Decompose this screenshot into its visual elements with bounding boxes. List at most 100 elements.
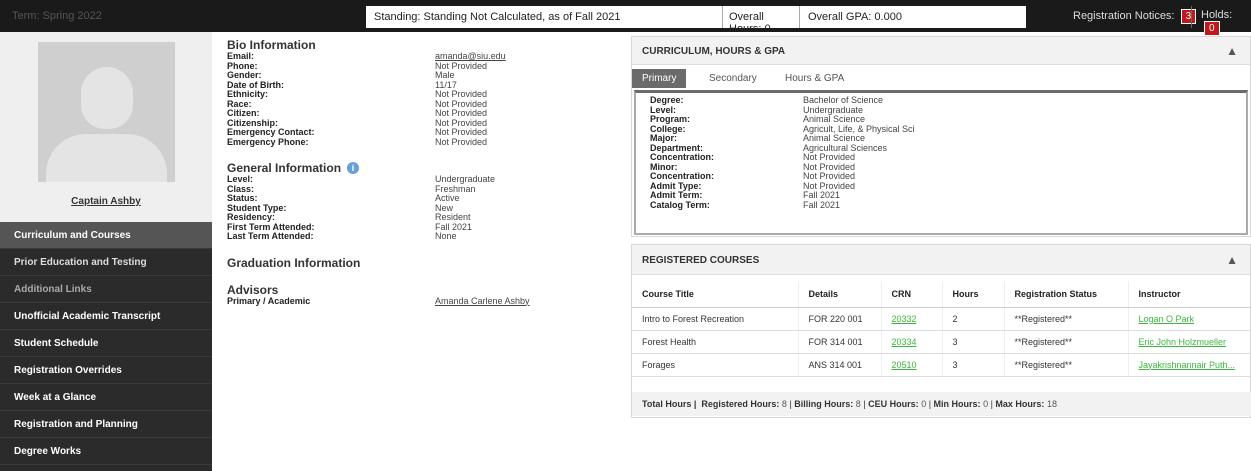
column-header[interactable]: Course Title	[632, 281, 798, 308]
column-header[interactable]: CRN	[880, 281, 942, 308]
info-icon[interactable]: i	[347, 162, 360, 174]
curriculum-row: Major: Animal Science	[650, 133, 866, 143]
column-header[interactable]: Hours	[941, 281, 1004, 308]
curriculum-row: Admit Term: Fall 2021	[650, 190, 841, 200]
advisor-name-link[interactable]: Amanda Carlene Ashby	[435, 296, 530, 307]
registered-hours-label: Registered Hours:	[701, 399, 780, 409]
bio-row: Emergency Phone: Not Provided	[227, 136, 488, 147]
registration-status: **Registered**	[1003, 353, 1128, 377]
crn-link[interactable]: 20332	[892, 314, 917, 324]
hours-totals-bar: Total Hours | Registered Hours: 8 | Bill…	[632, 392, 1251, 416]
holds-label: Holds:	[1201, 9, 1233, 21]
table-row: Forest Health FOR 314 001 20334 3 **Regi…	[632, 330, 1251, 354]
course-details: ANS 314 001	[797, 353, 881, 377]
bio-row: Race: Not Provided	[227, 98, 488, 109]
crn-link[interactable]: 20334	[892, 337, 917, 347]
bio-row: Phone: Not Provided	[227, 60, 488, 71]
course-hours: 3	[941, 353, 1004, 377]
standing-status: Standing: Standing Not Calculated, as of…	[366, 6, 723, 28]
column-header[interactable]: Registration Status	[1003, 281, 1128, 308]
sidebar-item-registration-planning[interactable]: Registration and Planning	[0, 411, 212, 438]
sidebar-item-degree-works[interactable]: Degree Works	[0, 438, 212, 465]
curriculum-tabs: Primary Secondary Hours & GPA	[632, 65, 1250, 88]
curriculum-row: Level: Undergraduate	[650, 104, 864, 115]
divider	[1191, 6, 1192, 28]
general-list: Level: Undergraduate Class: Freshman Statu…	[227, 174, 617, 242]
course-details: FOR 220 001	[797, 307, 881, 331]
course-title: Forest Health	[632, 330, 798, 354]
tab-hours-gpa[interactable]: Hours & GPA	[775, 69, 854, 88]
instructor-link[interactable]: Jayakrishnannair Puth...	[1139, 360, 1236, 370]
bio-row: Citizen: Not Provided	[227, 108, 488, 118]
registration-status: **Registered**	[1003, 307, 1128, 331]
student-info-column: Bio Information Email: amanda@siu.edu Pho…	[227, 38, 617, 306]
column-header[interactable]: Details	[797, 281, 881, 308]
instructor-link[interactable]: Logan O Park	[1139, 314, 1195, 324]
courses-panel-title: REGISTERED COURSES	[642, 255, 760, 266]
holds-link[interactable]: Holds: 0	[1201, 9, 1251, 36]
sidebar-item-overrides[interactable]: Registration Overrides	[0, 357, 212, 384]
chevron-up-icon[interactable]: ▲	[1226, 44, 1238, 58]
curriculum-row: Admit Type: Not Provided	[650, 180, 856, 191]
max-hours-value: 18	[1046, 399, 1057, 409]
sidebar-item-schedule[interactable]: Student Schedule	[0, 330, 212, 357]
registered-courses-panel: REGISTERED COURSES ▲ Course Title Detail…	[631, 244, 1251, 418]
general-row: Level: Undergraduate	[227, 174, 496, 184]
curriculum-row: Degree: Bachelor of Science	[650, 95, 884, 105]
general-section-header: General Information i	[227, 161, 617, 175]
sidebar-item-week-at-a-glance[interactable]: Week at a Glance	[0, 384, 212, 411]
tab-primary[interactable]: Primary	[632, 69, 687, 88]
bio-row: Ethnicity: Not Provided	[227, 89, 488, 99]
general-row: Student Type: New	[227, 202, 454, 213]
overall-hours: Overall Hours: 0	[723, 6, 800, 35]
bio-row: Email: amanda@siu.edu	[227, 51, 506, 61]
holds-badge: 0	[1204, 21, 1220, 36]
total-hours-label: Total Hours |	[642, 399, 697, 409]
overall-gpa: Overall GPA: 0.000	[800, 6, 1026, 28]
curriculum-panel-header: CURRICULUM, HOURS & GPA ▲	[632, 37, 1250, 65]
course-title: Forages	[632, 353, 798, 377]
curriculum-row: Program: Animal Science	[650, 114, 866, 124]
curriculum-row: Department: Agricultural Sciences	[650, 142, 888, 153]
registration-notices-link[interactable]: Registration Notices: 3	[1073, 9, 1197, 24]
course-hours: 3	[941, 330, 1004, 354]
tab-secondary[interactable]: Secondary	[699, 69, 767, 88]
sidebar: Captain Ashby Curriculum and Courses Pri…	[0, 32, 212, 471]
table-header-row: Course Title Details CRN Hours Registrat…	[632, 281, 1251, 308]
bio-row: Gender: Male	[227, 70, 455, 80]
course-hours: 2	[941, 307, 1004, 331]
course-title: Intro to Forest Recreation	[632, 307, 798, 331]
avatar-body-shape	[46, 134, 167, 182]
sidebar-item-additional-links[interactable]: Additional Links	[0, 276, 212, 303]
sidebar-nav: Curriculum and Courses Prior Education a…	[0, 222, 212, 465]
registration-status: **Registered**	[1003, 330, 1128, 354]
sidebar-item-prior-education[interactable]: Prior Education and Testing	[0, 249, 212, 276]
bio-section-title: Bio Information	[227, 38, 316, 52]
billing-hours-value: 8	[855, 399, 861, 409]
advisor-row: Primary / Academic Amanda Carlene Ashby	[227, 296, 617, 307]
instructor-link[interactable]: Eric John Holzmueller	[1139, 337, 1227, 347]
courses-table: Course Title Details CRN Hours Registrat…	[632, 281, 1251, 377]
min-hours-label: Min Hours:	[933, 399, 981, 409]
general-section-title: General Information	[227, 161, 342, 175]
min-hours-value: 0	[983, 399, 989, 409]
student-name-link[interactable]: Captain Ashby	[0, 196, 212, 207]
profile-card: Captain Ashby	[0, 32, 212, 222]
ceu-hours-value: 0	[921, 399, 927, 409]
curriculum-row: Concentration: Not Provided	[650, 171, 856, 181]
chevron-up-icon[interactable]: ▲	[1226, 253, 1238, 267]
ceu-hours-label: CEU Hours:	[868, 399, 919, 409]
courses-panel-header: REGISTERED COURSES ▲	[632, 245, 1250, 275]
sidebar-item-curriculum[interactable]: Curriculum and Courses	[0, 222, 212, 249]
column-header[interactable]: Instructor	[1127, 281, 1251, 308]
curriculum-row: Concentration: Not Provided	[650, 152, 856, 162]
bio-list: Email: amanda@siu.edu Phone: Not Provided …	[227, 51, 617, 147]
general-row: Class: Freshman	[227, 183, 476, 194]
table-row: Forages ANS 314 001 20510 3 **Registered…	[632, 353, 1251, 377]
bio-row: Date of Birth: 11/17	[227, 79, 457, 90]
term-label: Term: Spring 2022	[12, 10, 102, 22]
curriculum-details: Degree: Bachelor of Science Level: Undergr…	[634, 90, 1248, 235]
sidebar-item-transcript[interactable]: Unofficial Academic Transcript	[0, 303, 212, 330]
avatar	[38, 42, 175, 182]
crn-link[interactable]: 20510	[892, 360, 917, 370]
